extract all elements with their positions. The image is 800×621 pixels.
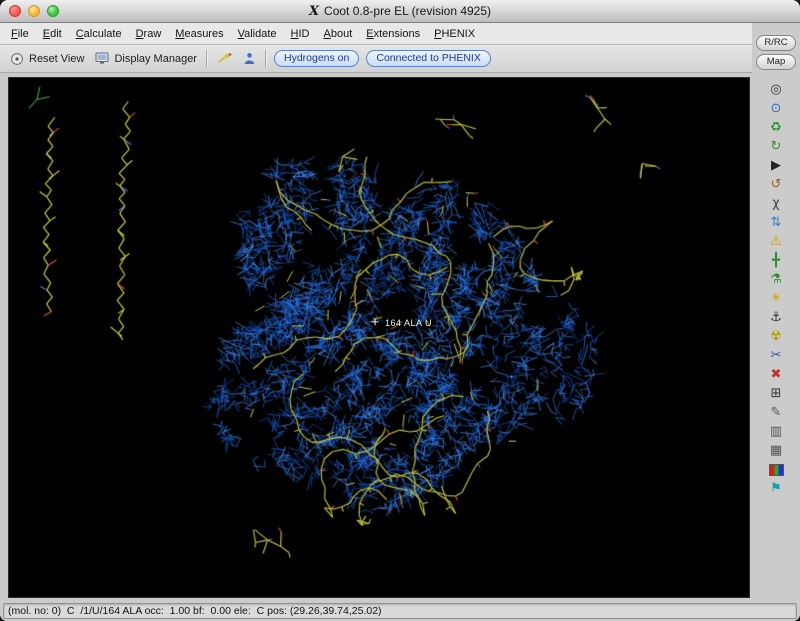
sun-icon[interactable]: ☀ <box>764 289 788 308</box>
minimize-button[interactable] <box>28 5 40 17</box>
window-controls <box>9 5 59 17</box>
display-manager-label: Display Manager <box>114 53 197 65</box>
clock-icon[interactable]: ⊙ <box>764 99 788 118</box>
close-button[interactable] <box>9 5 21 17</box>
display-manager-icon <box>95 52 109 65</box>
radioactive-icon[interactable]: ☢ <box>764 327 788 346</box>
window-title-group: X Coot 0.8-pre EL (revision 4925) <box>309 4 491 19</box>
rotate-cw-icon[interactable]: ↻ <box>764 137 788 156</box>
menu-item-file[interactable]: File <box>4 24 36 44</box>
window-title: Coot 0.8-pre EL (revision 4925) <box>324 4 491 18</box>
display-manager-button[interactable]: Display Manager <box>93 52 199 65</box>
map-button[interactable]: Map <box>756 54 796 70</box>
phenix-connection-button[interactable]: Connected to PHENIX <box>366 50 490 67</box>
menu-item-calculate[interactable]: Calculate <box>69 24 129 44</box>
menu-item-validate[interactable]: Validate <box>231 24 284 44</box>
reset-view-label: Reset View <box>29 53 84 65</box>
x-cross-icon[interactable]: ✖ <box>764 365 788 384</box>
reset-view-button[interactable]: Reset View <box>8 52 86 66</box>
menu-item-about[interactable]: About <box>317 24 360 44</box>
right-panel: R/RC Map ◎⊙♻↻▶↺χ⇅⚠╋⚗☀⚓☢✂✖⊞✎▥▦ ⚑ <box>752 23 800 602</box>
menu-item-edit[interactable]: Edit <box>36 24 69 44</box>
window-body: FileEditCalculateDrawMeasuresValidateHID… <box>0 23 800 602</box>
atom-label: 164 ALA U <box>385 318 432 328</box>
eye-icon[interactable]: ◎ <box>764 80 788 99</box>
recycle-icon[interactable]: ♻ <box>764 118 788 137</box>
main-column: FileEditCalculateDrawMeasuresValidateHID… <box>0 23 752 602</box>
pencil-icon[interactable]: ✎ <box>764 403 788 422</box>
menu-item-extensions[interactable]: Extensions <box>359 24 427 44</box>
rgb-display-icon[interactable] <box>764 460 788 479</box>
plus-box-icon[interactable]: ⊞ <box>764 384 788 403</box>
molecular-viewport[interactable]: 164 ALA U <box>8 77 750 598</box>
menu-item-draw[interactable]: Draw <box>129 24 169 44</box>
alembic-icon[interactable]: ⚗ <box>764 270 788 289</box>
flag-icon[interactable]: ⚑ <box>764 479 788 498</box>
status-text: (mol. no: 0) C /1/U/164 ALA occ: 1.00 bf… <box>3 603 797 619</box>
menu-bar: FileEditCalculateDrawMeasuresValidateHID… <box>0 23 752 45</box>
zoom-button[interactable] <box>47 5 59 17</box>
reset-view-icon <box>10 52 24 66</box>
chi-angles-icon[interactable]: χ <box>764 194 788 213</box>
grid-icon[interactable]: ▦ <box>764 441 788 460</box>
menu-item-phenix[interactable]: PHENIX <box>427 24 482 44</box>
trash-icon[interactable]: ▥ <box>764 422 788 441</box>
hydrogens-toggle-button[interactable]: Hydrogens on <box>274 50 359 67</box>
coot-window: X Coot 0.8-pre EL (revision 4925) FileEd… <box>0 0 800 621</box>
rotate-ccw-icon[interactable]: ↺ <box>764 175 788 194</box>
scissors-icon[interactable]: ✂ <box>764 346 788 365</box>
title-bar: X Coot 0.8-pre EL (revision 4925) <box>0 0 800 23</box>
molecular-canvas[interactable] <box>9 78 749 597</box>
x11-icon: X <box>309 4 319 19</box>
molecule-tool-button[interactable] <box>215 52 234 65</box>
menu-item-hid[interactable]: HID <box>284 24 317 44</box>
person-tool-button[interactable] <box>241 52 258 65</box>
anchor-icon[interactable]: ⚓ <box>764 308 788 327</box>
molecule-icon <box>217 52 232 65</box>
toolbar-separator <box>206 50 208 67</box>
status-bar: (mol. no: 0) C /1/U/164 ALA occ: 1.00 bf… <box>0 602 800 621</box>
main-toolbar: Reset View Display Manager <box>0 45 752 73</box>
warning-icon[interactable]: ⚠ <box>764 232 788 251</box>
axes-cross-icon[interactable]: ╋ <box>764 251 788 270</box>
toolbar-separator <box>265 50 267 67</box>
play-icon[interactable]: ▶ <box>764 156 788 175</box>
side-toolbar: ◎⊙♻↻▶↺χ⇅⚠╋⚗☀⚓☢✂✖⊞✎▥▦ ⚑ <box>764 80 788 498</box>
menu-item-measures[interactable]: Measures <box>168 24 230 44</box>
person-icon <box>243 52 256 65</box>
flip-updown-icon[interactable]: ⇅ <box>764 213 788 232</box>
rrc-button[interactable]: R/RC <box>756 35 796 51</box>
